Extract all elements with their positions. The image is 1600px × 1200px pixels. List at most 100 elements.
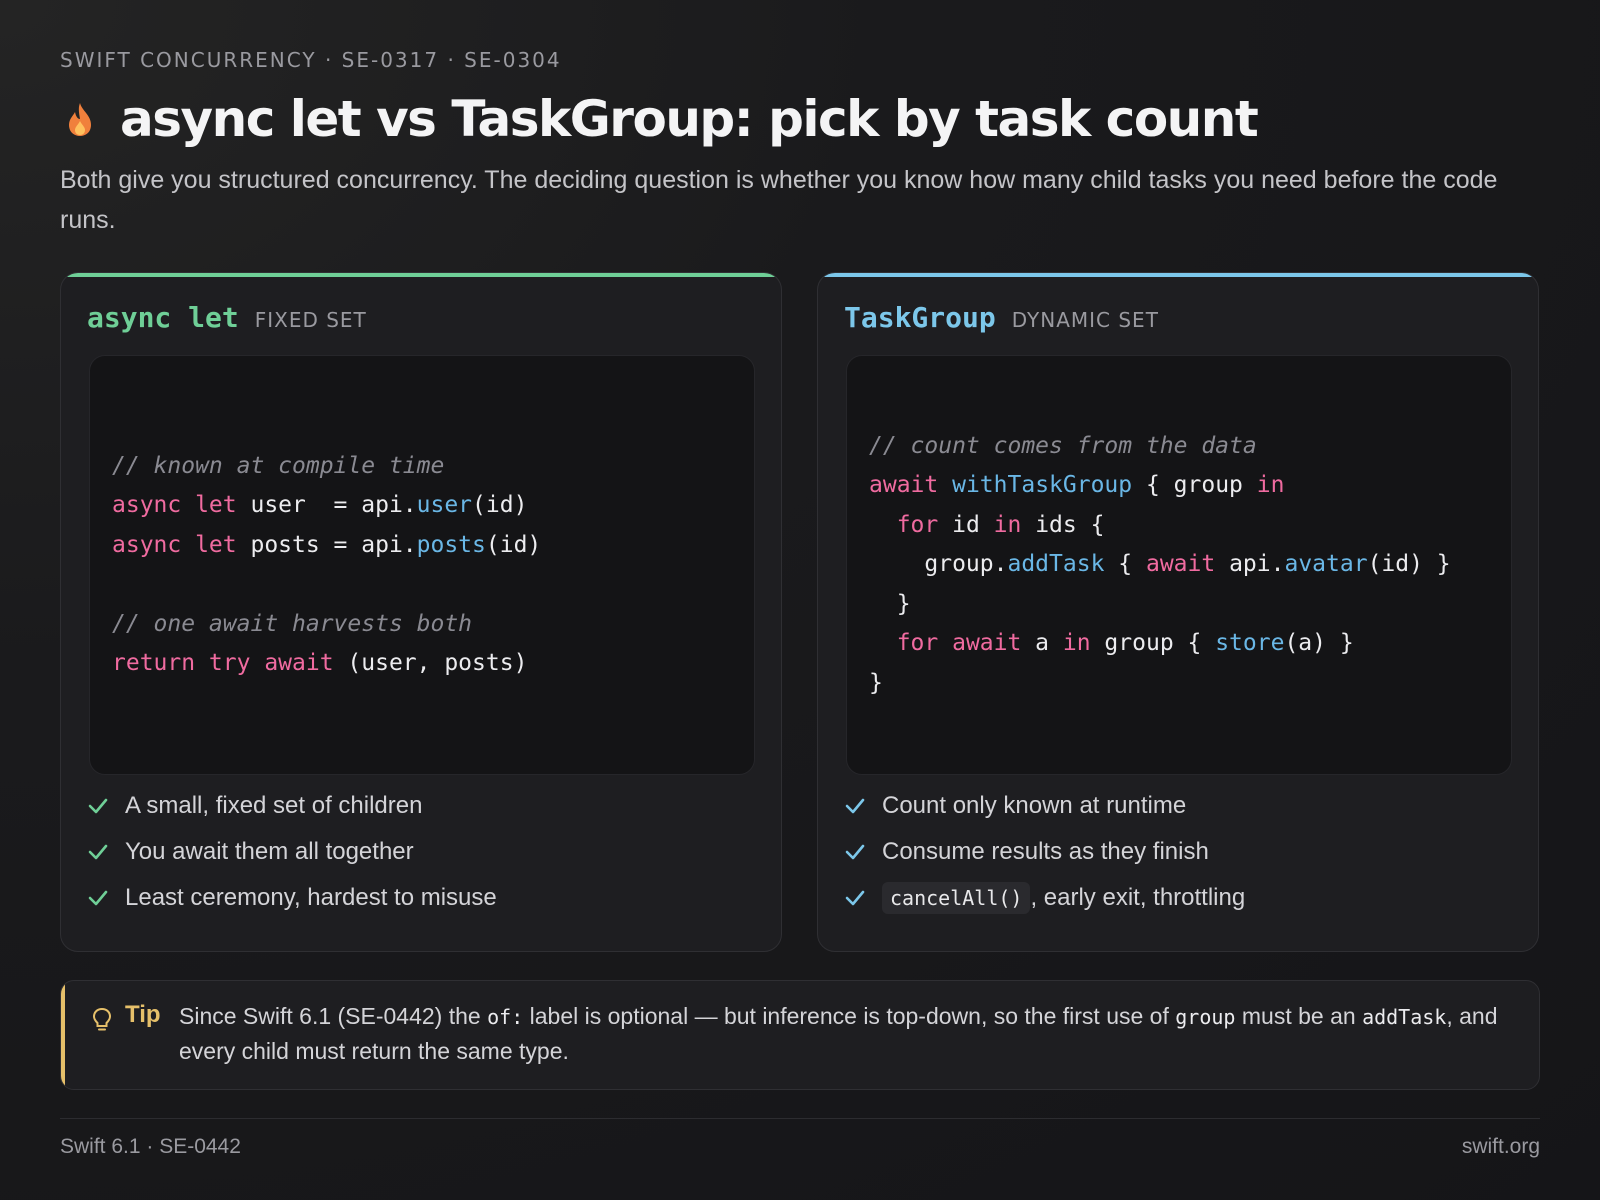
- code-token: posts: [416, 531, 486, 558]
- page: SWIFT CONCURRENCY · SE-0317 · SE-0304 as…: [60, 0, 1540, 1200]
- code-line: }: [869, 585, 1511, 625]
- list-item-text: You await them all together: [125, 838, 414, 865]
- tip-accent-bar: [61, 981, 65, 1089]
- code-line: group.addTask { await api.avatar(id) }: [869, 545, 1511, 585]
- flame-icon: [69, 103, 91, 136]
- code-token: return try await: [112, 650, 334, 676]
- feature-list: A small, fixed set of children You await…: [87, 783, 497, 921]
- code-token: in: [1062, 630, 1091, 657]
- list-item-text: A small, fixed set of children: [125, 792, 423, 819]
- code-token: for: [896, 511, 939, 538]
- check-icon: [845, 844, 865, 860]
- code-line: }: [869, 664, 1511, 704]
- list-item: cancelAll() , early exit, throttling: [844, 875, 1245, 921]
- code-token: api.: [1215, 551, 1285, 578]
- list-item-text: , early exit, throttling: [1030, 884, 1246, 911]
- footer-divider: [60, 1118, 1540, 1119]
- page-title: async let vs TaskGroup: pick by task cou…: [120, 90, 1259, 148]
- list-item: Consume results as they finish: [844, 829, 1245, 875]
- code-token: user = api.: [236, 492, 417, 518]
- code-token: a: [1021, 630, 1063, 657]
- check-icon: [88, 798, 108, 814]
- code-token: // one await harvests both: [112, 610, 473, 637]
- code-token: {: [1104, 551, 1146, 578]
- code-token: }: [869, 669, 883, 696]
- lightbulb-icon: [92, 1007, 112, 1031]
- code-token: (id): [485, 531, 542, 558]
- code-token: // known at compile time: [112, 452, 445, 479]
- tip-text-part: must be an: [1235, 1003, 1363, 1029]
- code-line: async let user = api.user(id): [112, 486, 754, 526]
- code-token: in: [993, 511, 1022, 538]
- code-token: avatar: [1284, 551, 1368, 578]
- code-token: group {: [1090, 630, 1216, 657]
- code-block: // known at compile time async let user =…: [89, 355, 755, 775]
- list-item: A small, fixed set of children: [87, 783, 497, 829]
- code-token: { group: [1132, 472, 1257, 499]
- inline-code: group: [1175, 1005, 1236, 1029]
- code-line: // count comes from the data: [869, 427, 1511, 467]
- tip-text: Since Swift 6.1 (SE-0442) the of: label …: [179, 999, 1509, 1068]
- list-item-text: Least ceremony, hardest to misuse: [125, 884, 497, 911]
- code-token: withTaskGroup: [952, 472, 1133, 499]
- card-accent-bar: [61, 273, 781, 277]
- list-item: You await them all together: [87, 829, 497, 875]
- code-token: addTask: [1007, 551, 1105, 578]
- async-let-card: async let FIXED SET // known at compile …: [60, 272, 782, 952]
- code-line: // one await harvests both: [112, 605, 754, 645]
- inline-code: of:: [487, 1005, 524, 1029]
- footer-version: Swift 6.1 · SE-0442: [60, 1135, 241, 1158]
- code-token: (user, posts): [333, 650, 528, 676]
- card-tag: DYNAMIC SET: [1011, 308, 1159, 332]
- code-line: async let posts = api.posts(id): [112, 526, 754, 566]
- card-accent-bar: [818, 273, 1538, 277]
- code-token: await: [869, 472, 939, 499]
- footer-link[interactable]: swift.org: [1462, 1135, 1540, 1159]
- code-token: (a) }: [1284, 630, 1354, 657]
- code-token: for await: [896, 630, 1022, 657]
- code-line: // known at compile time: [112, 447, 754, 487]
- card-keyword: async let: [87, 301, 239, 334]
- code-line: for await a in group { store(a) }: [869, 624, 1511, 664]
- check-icon: [88, 890, 108, 906]
- code-token: group.: [869, 551, 1008, 578]
- code-token: // count comes from the data: [869, 432, 1257, 459]
- inline-code: cancelAll(): [882, 882, 1031, 914]
- list-item: Least ceremony, hardest to misuse: [87, 875, 497, 921]
- tip-text-part: label is optional — but inference is top…: [523, 1003, 1176, 1029]
- code-token: in: [1256, 472, 1285, 499]
- card-tag: FIXED SET: [254, 308, 367, 332]
- list-item-text: Count only known at runtime: [882, 792, 1187, 819]
- code-token: posts = api.: [236, 531, 417, 558]
- check-icon: [88, 844, 108, 860]
- page-subtitle: Both give you structured concurrency. Th…: [60, 166, 1498, 234]
- code-token: ids {: [1021, 511, 1105, 538]
- list-item: Count only known at runtime: [844, 783, 1245, 829]
- code-token: }: [869, 590, 911, 617]
- code-token: (id): [472, 492, 528, 518]
- code-token: (id) }: [1367, 551, 1451, 578]
- card-header: TaskGroup DYNAMIC SET: [844, 301, 1159, 334]
- list-item-text: Consume results as they finish: [882, 838, 1209, 865]
- check-icon: [845, 890, 865, 906]
- code-line: return try await (user, posts): [112, 644, 754, 684]
- taskgroup-card: TaskGroup DYNAMIC SET // count comes fro…: [817, 272, 1539, 952]
- tip-callout: Tip Since Swift 6.1 (SE-0442) the of: la…: [60, 980, 1540, 1090]
- code-line: await withTaskGroup { group in: [869, 466, 1511, 506]
- feature-list: Count only known at runtime Consume resu…: [844, 783, 1245, 921]
- inline-code: addTask: [1362, 1005, 1447, 1029]
- tip-label: Tip: [125, 1001, 161, 1028]
- eyebrow: SWIFT CONCURRENCY · SE-0317 · SE-0304: [60, 48, 562, 72]
- code-token: async let: [112, 492, 237, 518]
- code-token: store: [1215, 630, 1285, 657]
- code-block: // count comes from the data await withTa…: [846, 355, 1512, 775]
- code-token: async let: [112, 531, 237, 558]
- code-line: for id in ids {: [869, 506, 1511, 546]
- title-row: async let vs TaskGroup: pick by task cou…: [60, 90, 1259, 148]
- tip-text-part: Since Swift 6.1 (SE-0442) the: [179, 1003, 488, 1029]
- check-icon: [845, 798, 865, 814]
